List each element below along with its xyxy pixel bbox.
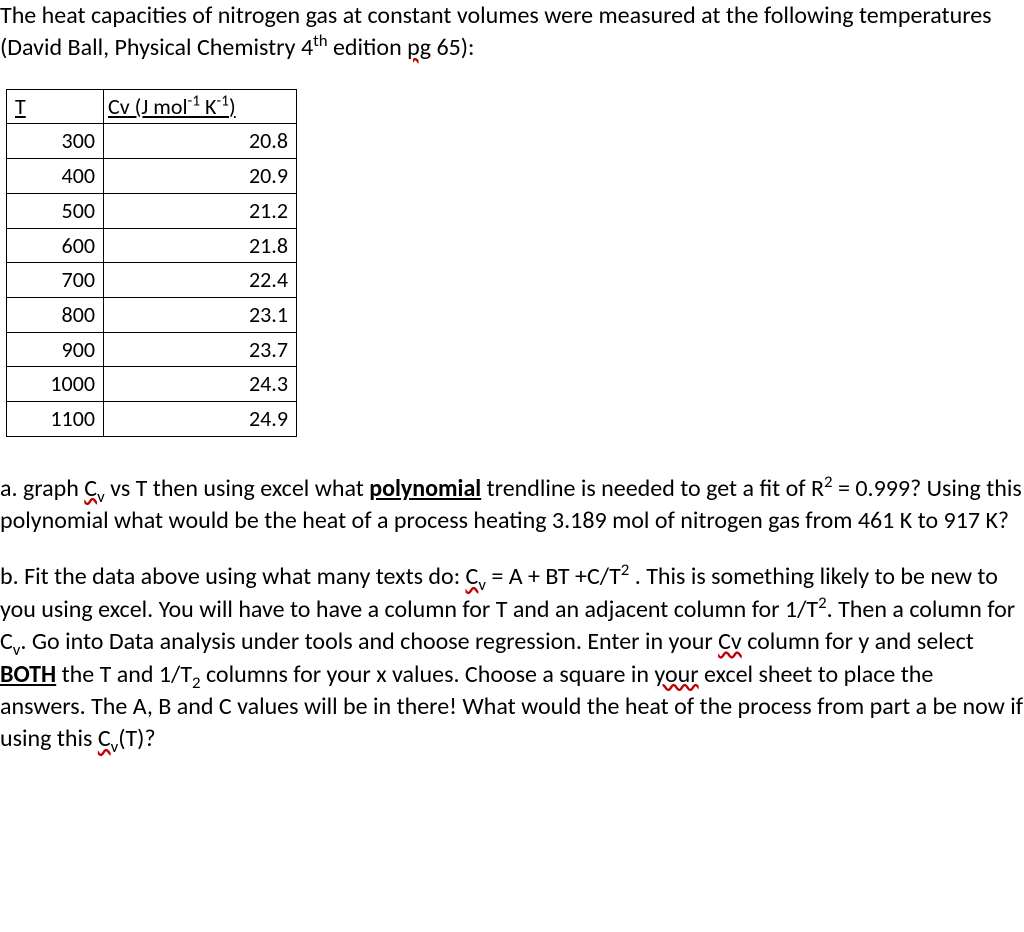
data-table: T Cv (J mol-1 K-1) 30020.8 40020.9 50021… [6,89,297,437]
cell-t: 700 [7,263,104,298]
table-row: 90023.7 [7,332,297,367]
table-row: 50021.2 [7,193,297,228]
cell-cv: 23.7 [104,332,297,367]
cell-t: 500 [7,193,104,228]
cell-t: 300 [7,124,104,159]
part-a-text: a. graph Cv vs T then using excel what p… [0,473,1024,538]
cell-cv: 20.9 [104,159,297,194]
cell-t: 1000 [7,367,104,402]
header-t: T [7,89,104,124]
table-row: 30020.8 [7,124,297,159]
intro-text: The heat capacities of nitrogen gas at c… [0,0,1024,65]
intro-pg: pg [407,33,431,62]
header-cv: Cv (J mol-1 K-1) [104,89,297,124]
both-word: BOTH [0,660,56,689]
cell-t: 400 [7,159,104,194]
part-b-text: b. Fit the data above using what many te… [0,561,1024,755]
cell-t: 600 [7,228,104,263]
table-row: 100024.3 [7,367,297,402]
intro-part1: The heat capacities of nitrogen gas at c… [0,1,992,62]
table-row: 60021.8 [7,228,297,263]
table-row: 80023.1 [7,297,297,332]
cell-cv: 22.4 [104,263,297,298]
cell-cv: 24.3 [104,367,297,402]
cell-cv: 21.8 [104,228,297,263]
polynomial-word: polynomial [369,474,481,503]
cell-t: 800 [7,297,104,332]
cell-cv: 24.9 [104,401,297,436]
intro-sup: th [313,30,327,51]
cell-cv: 21.2 [104,193,297,228]
table-header-row: T Cv (J mol-1 K-1) [7,89,297,124]
table-row: 70022.4 [7,263,297,298]
cell-cv: 23.1 [104,297,297,332]
table-row: 40020.9 [7,159,297,194]
table-row: 110024.9 [7,401,297,436]
intro-part3: 65): [431,33,474,62]
intro-part2: edition [328,33,408,62]
cell-cv: 20.8 [104,124,297,159]
cell-t: 900 [7,332,104,367]
cell-t: 1100 [7,401,104,436]
